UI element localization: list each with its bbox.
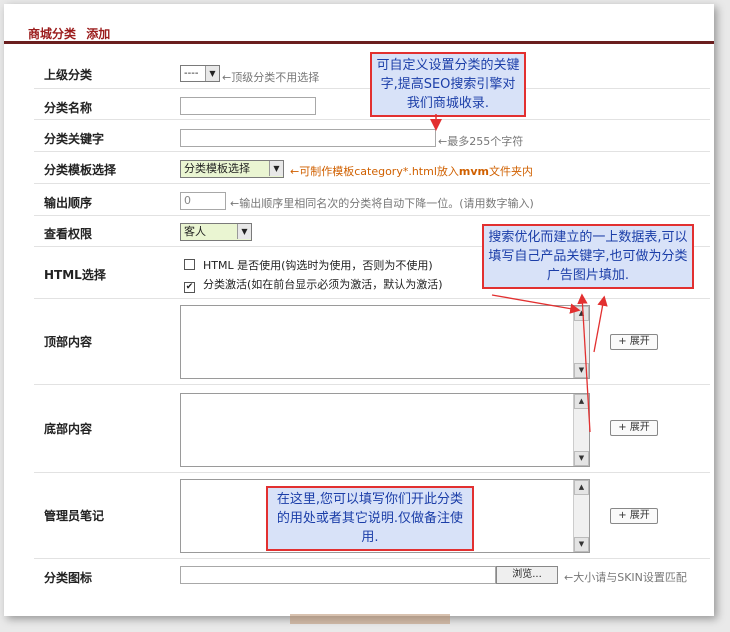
keywords-hint: ←最多255个字符 [438, 135, 524, 148]
content-callout: 搜索优化而建立的一上数据表,可以填写自己产品关键字,也可做为分类广告图片填加. [482, 224, 694, 289]
parent-label: 上级分类 [44, 68, 93, 82]
html-enable-option[interactable]: HTML 是否使用(钩选时为使用，否则为不使用) [184, 257, 433, 273]
scroll-down-icon[interactable]: ▼ [574, 537, 589, 552]
row-template: 分类模板选择 分类模板选择 ▼ ←可制作模板category*.html放入mvm… [34, 152, 710, 184]
bottom-content-scrollbar[interactable]: ▲ ▼ [573, 394, 589, 466]
template-hint-text: ←可制作模板category*.html放入 [290, 165, 459, 178]
scroll-up-icon[interactable]: ▲ [574, 480, 589, 495]
category-active-option[interactable]: ✔ 分类激活(如在前台显示必须为激活，默认为激活) [184, 276, 443, 293]
name-input[interactable] [180, 97, 316, 115]
html-enable-text: HTML 是否使用(钩选时为使用，否则为不使用) [203, 259, 433, 272]
template-hint: ←可制作模板category*.html放入mvm文件夹内 [290, 163, 533, 179]
parent-select[interactable]: ---- ▼ [180, 65, 220, 82]
admin-note-scrollbar[interactable]: ▲ ▼ [573, 480, 589, 552]
template-hint-tail: 文件夹内 [489, 165, 533, 178]
note-callout: 在这里,您可以填写你们开此分类的用处或者其它说明.仅做备注使用. [266, 486, 474, 551]
checkmark-icon[interactable]: ✔ [184, 282, 195, 293]
browse-button[interactable]: 浏览... [496, 566, 558, 584]
page-title: 商城分类 添加 [28, 25, 116, 42]
template-select-value: 分类模板选择 [184, 162, 250, 175]
section-title: 商城分类 [28, 27, 77, 41]
add-link[interactable]: 添加 [86, 27, 110, 41]
seo-callout: 可自定义设置分类的关键字,提高SEO搜索引擎对我们商城收录. [370, 52, 526, 117]
parent-hint: ←顶级分类不用选择 [222, 71, 320, 84]
bottom-content-label: 底部内容 [44, 422, 93, 436]
row-keywords: 分类关键字 ←最多255个字符 [34, 120, 710, 152]
template-select[interactable]: 分类模板选择 ▼ [180, 160, 284, 178]
bottom-content-textarea[interactable]: ▲ ▼ [180, 393, 590, 467]
row-top-content: 顶部内容 ▲ ▼ + 展开 [34, 299, 710, 385]
top-content-textarea[interactable]: ▲ ▼ [180, 305, 590, 379]
chevron-down-icon: ▼ [237, 224, 251, 239]
row-icon: 分类图标 浏览... ←大小请与SKIN设置匹配 [34, 559, 710, 593]
permission-label: 查看权限 [44, 227, 93, 241]
keywords-label: 分类关键字 [44, 132, 105, 146]
row-order: 输出顺序 0 ←输出顺序里相同名次的分类将自动下降一位。(请用数字输入) [34, 184, 710, 216]
template-hint-bold: mvm [458, 165, 489, 178]
top-content-expand-button[interactable]: + 展开 [610, 334, 658, 350]
row-bottom-content: 底部内容 ▲ ▼ + 展开 [34, 385, 710, 473]
scroll-up-icon[interactable]: ▲ [574, 394, 589, 409]
order-hint: ←输出顺序里相同名次的分类将自动下降一位。(请用数字输入) [230, 197, 534, 210]
scroll-down-icon[interactable]: ▼ [574, 451, 589, 466]
scroll-up-icon[interactable]: ▲ [574, 306, 589, 321]
top-content-label: 顶部内容 [44, 335, 93, 349]
bottom-content-expand-button[interactable]: + 展开 [610, 420, 658, 436]
order-input[interactable]: 0 [180, 192, 226, 210]
icon-file-input[interactable] [180, 566, 496, 584]
icon-label: 分类图标 [44, 571, 93, 585]
chevron-down-icon: ▼ [205, 66, 219, 81]
chevron-down-icon: ▼ [269, 161, 283, 176]
admin-note-expand-button[interactable]: + 展开 [610, 508, 658, 524]
html-enable-checkbox[interactable] [184, 259, 195, 270]
page-header: 商城分类 添加 [4, 4, 714, 44]
category-active-text: 分类激活(如在前台显示必须为激活，默认为激活) [203, 278, 443, 291]
name-label: 分类名称 [44, 101, 93, 115]
html-options-label: HTML选择 [44, 268, 106, 282]
permission-select[interactable]: 客人 ▼ [180, 223, 252, 241]
permission-select-value: 客人 [184, 225, 206, 238]
admin-note-label: 管理员笔记 [44, 509, 105, 523]
keywords-input[interactable] [180, 129, 436, 147]
top-content-scrollbar[interactable]: ▲ ▼ [573, 306, 589, 378]
footer-button-strip [290, 614, 450, 624]
parent-select-value: ---- [184, 68, 199, 79]
order-label: 输出顺序 [44, 196, 93, 210]
scroll-down-icon[interactable]: ▼ [574, 363, 589, 378]
template-label: 分类模板选择 [44, 163, 117, 177]
icon-hint: ←大小请与SKIN设置匹配 [564, 571, 687, 584]
